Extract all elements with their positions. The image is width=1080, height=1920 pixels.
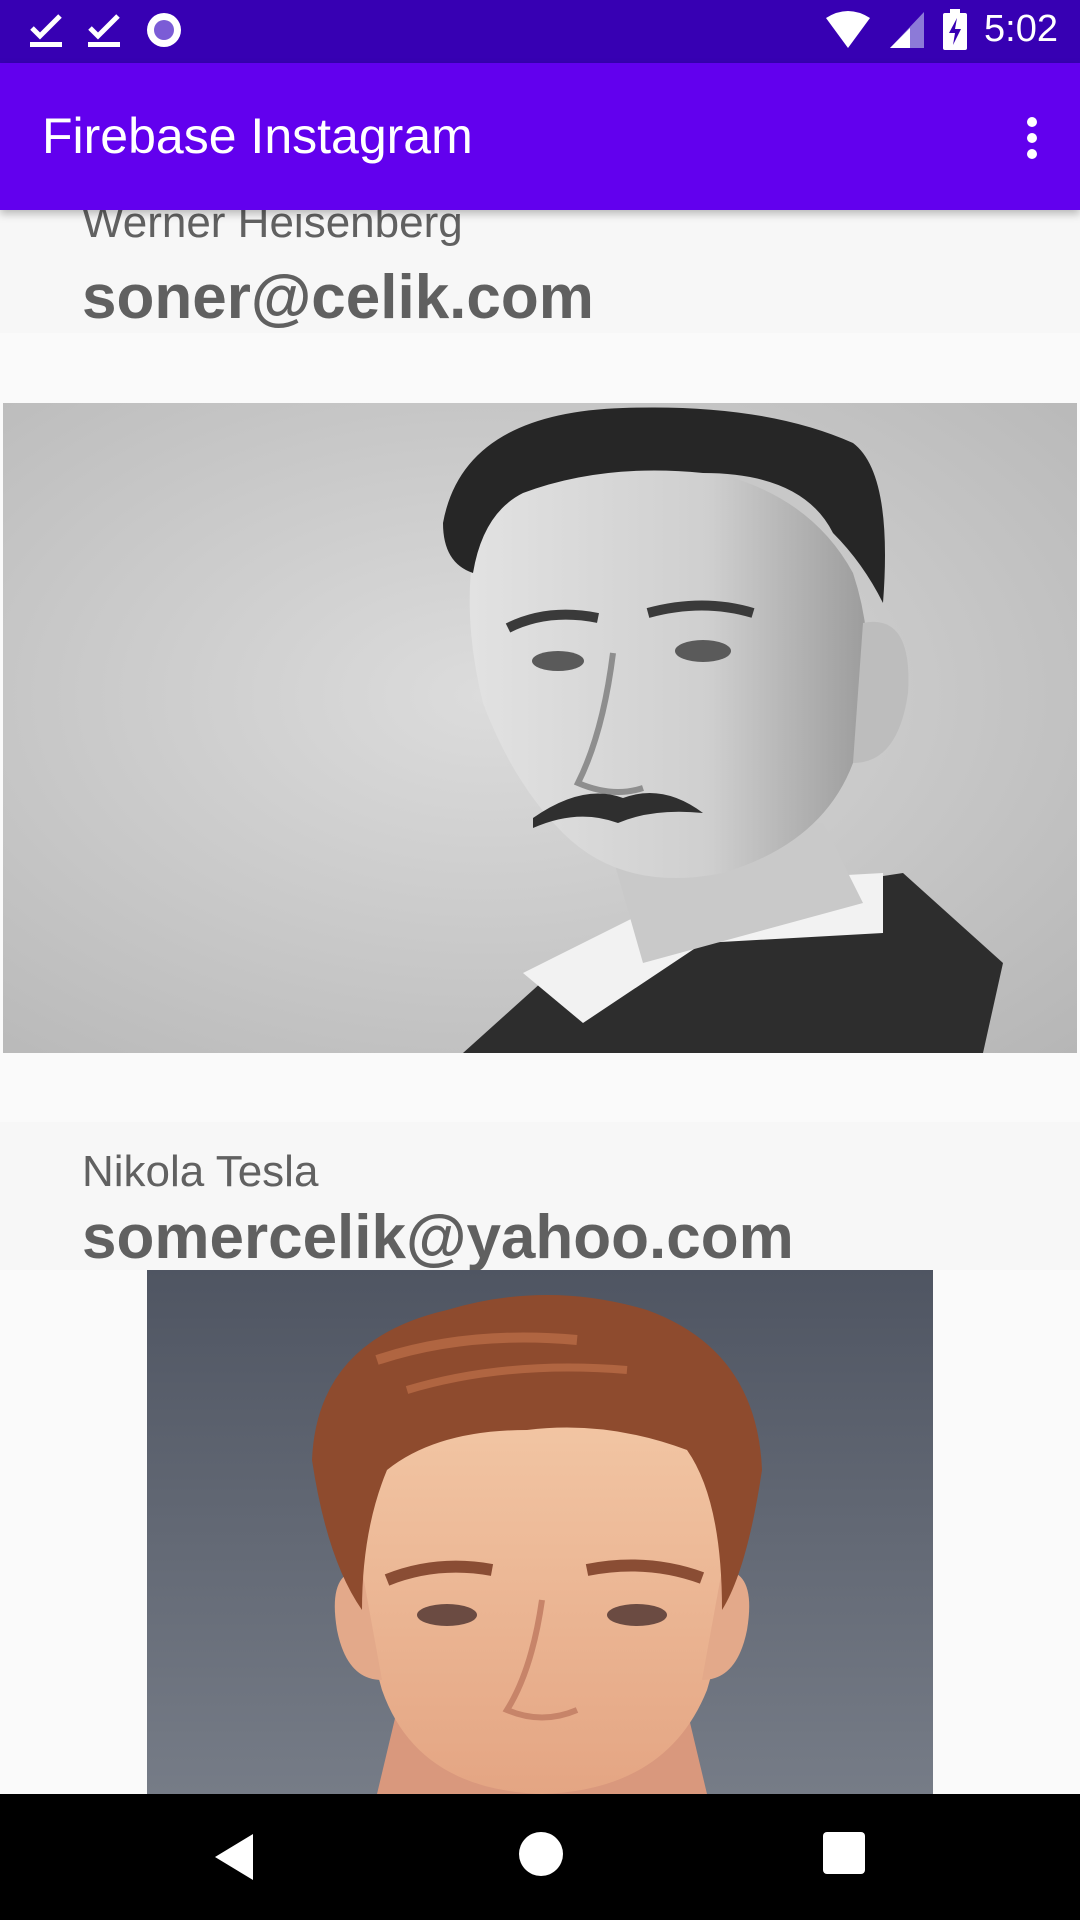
navigation-bar xyxy=(0,1794,1080,1920)
check-notification-icon xyxy=(30,14,62,47)
post-header: Werner Heisenberg soner@celik.com xyxy=(0,210,1080,333)
more-vert-icon[interactable] xyxy=(1020,113,1044,161)
wifi-icon xyxy=(826,10,871,48)
check-notification-icon xyxy=(88,14,120,47)
post-author-name: Nikola Tesla xyxy=(82,1147,319,1196)
recents-icon[interactable] xyxy=(823,1832,865,1874)
home-icon[interactable] xyxy=(519,1832,563,1876)
app-title: Firebase Instagram xyxy=(42,108,473,164)
status-bar: 5:02 xyxy=(0,0,1080,63)
circle-notification-icon xyxy=(147,13,181,47)
post-photo[interactable] xyxy=(147,1270,933,1794)
signal-icon xyxy=(890,11,925,48)
system-icons: 5:02 xyxy=(824,8,1058,51)
post-feed[interactable]: Werner Heisenberg soner@celik.com Nikola… xyxy=(0,210,1080,1794)
post-author-name: Werner Heisenberg xyxy=(82,210,463,247)
post-author-email: soner@celik.com xyxy=(82,263,594,332)
post-header: Nikola Tesla somercelik@yahoo.com xyxy=(0,1122,1080,1272)
post-photo[interactable] xyxy=(3,403,1077,1053)
post-author-email: somercelik@yahoo.com xyxy=(82,1203,794,1272)
notification-icons xyxy=(28,10,184,50)
app-bar: Firebase Instagram xyxy=(0,63,1080,210)
battery-charging-icon xyxy=(943,8,968,50)
back-icon[interactable] xyxy=(215,1834,253,1880)
status-time: 5:02 xyxy=(984,8,1058,50)
